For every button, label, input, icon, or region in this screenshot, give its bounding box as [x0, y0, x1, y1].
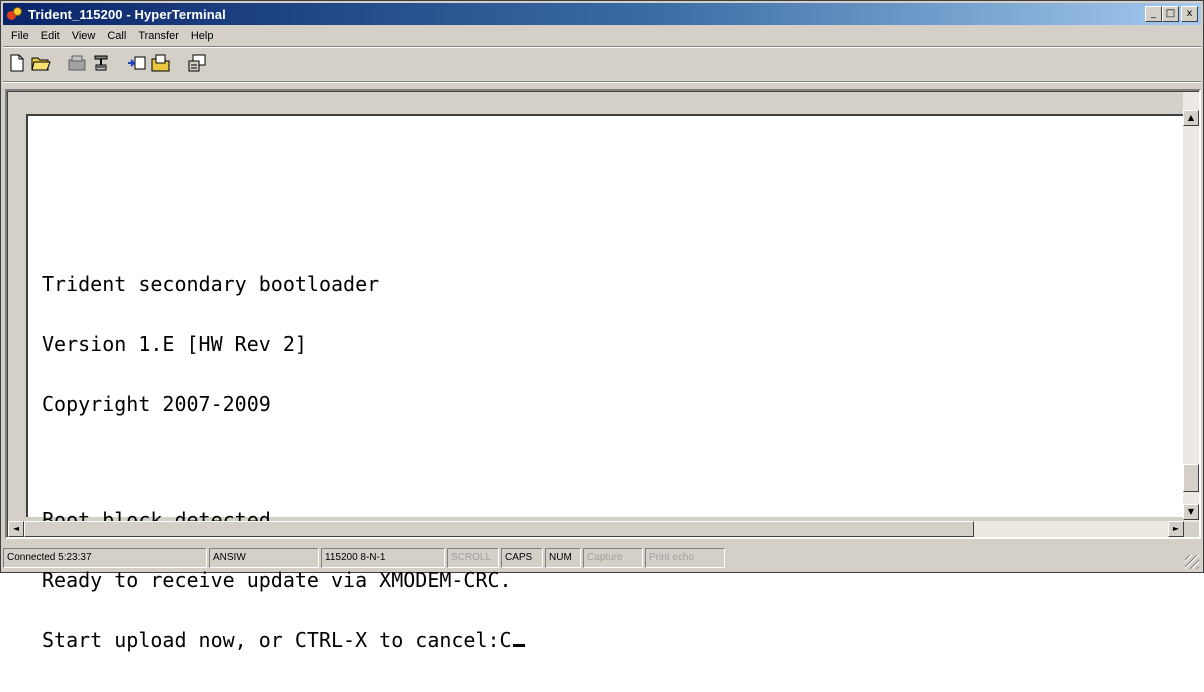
- properties-icon: [188, 54, 206, 72]
- scroll-left-button[interactable]: ◄: [8, 521, 24, 537]
- hyperterminal-app-icon[interactable]: [6, 5, 24, 23]
- vertical-scroll-thumb[interactable]: [1183, 464, 1199, 492]
- send-button[interactable]: [125, 51, 149, 75]
- menu-help[interactable]: Help: [185, 27, 220, 45]
- scroll-right-button[interactable]: ►: [1168, 521, 1184, 537]
- terminal-line: Trident secondary bootloader: [42, 272, 380, 296]
- terminal-screen[interactable]: Trident secondary bootloader Version 1.E…: [26, 114, 1187, 650]
- call-button[interactable]: [65, 51, 89, 75]
- menu-call[interactable]: Call: [101, 27, 132, 45]
- toolbar-divider: [3, 46, 1201, 48]
- terminal-prompt-text: Start upload now, or CTRL-X to cancel:C: [42, 628, 512, 652]
- open-icon: [31, 57, 51, 71]
- status-capture: Capture: [583, 548, 643, 568]
- status-bar: Connected 5:23:37 ANSIW 115200 8-N-1 SCR…: [3, 545, 1201, 571]
- new-connection-button[interactable]: [5, 51, 29, 75]
- terminal-line: Version 1.E [HW Rev 2]: [42, 332, 307, 356]
- toolbar-bottom-divider: [3, 81, 1201, 83]
- receive-icon: [151, 54, 170, 72]
- terminal-inner-frame: Trident secondary bootloader Version 1.E…: [7, 91, 1199, 650]
- title-bar[interactable]: Trident_115200 - HyperTerminal _ □ x: [3, 3, 1201, 25]
- terminal-frame: Trident secondary bootloader Version 1.E…: [5, 89, 1201, 650]
- menu-bar: File Edit View Call Transfer Help: [5, 27, 219, 45]
- status-num: NUM: [545, 548, 581, 568]
- terminal-prompt-line: Start upload now, or CTRL-X to cancel:C: [42, 630, 525, 650]
- status-port-settings: 115200 8-N-1: [321, 548, 445, 568]
- scroll-down-button[interactable]: ▼: [1183, 504, 1199, 520]
- status-emulation: ANSIW: [209, 548, 319, 568]
- vertical-scrollbar[interactable]: ▲ ▼: [1183, 92, 1199, 522]
- new-connection-icon: [10, 54, 24, 72]
- maximize-button[interactable]: □: [1162, 6, 1179, 22]
- menu-edit[interactable]: Edit: [35, 27, 66, 45]
- menu-view[interactable]: View: [66, 27, 102, 45]
- hyperterminal-window: Trident_115200 - HyperTerminal _ □ x Fil…: [0, 0, 1204, 650]
- disconnect-icon: [94, 55, 108, 71]
- terminal-line: Copyright 2007-2009: [42, 392, 271, 416]
- horizontal-scroll-thumb[interactable]: [24, 521, 974, 537]
- terminal-output: Trident secondary bootloader Version 1.E…: [42, 234, 525, 690]
- toolbar: [5, 49, 209, 77]
- scroll-up-button[interactable]: ▲: [1183, 110, 1199, 126]
- phone-icon: [68, 55, 86, 71]
- disconnect-button[interactable]: [89, 51, 113, 75]
- status-scroll: SCROLL: [447, 548, 499, 568]
- status-caps: CAPS: [501, 548, 543, 568]
- open-button[interactable]: [29, 51, 53, 75]
- receive-button[interactable]: [149, 51, 173, 75]
- close-button[interactable]: x: [1181, 6, 1198, 22]
- status-print-echo: Print echo: [645, 548, 725, 568]
- menu-transfer[interactable]: Transfer: [132, 27, 185, 45]
- send-icon: [128, 56, 146, 70]
- minimize-button[interactable]: _: [1145, 6, 1162, 22]
- menu-file[interactable]: File: [5, 27, 35, 45]
- terminal-line: Ready to receive update via XMODEM-CRC.: [42, 568, 512, 592]
- text-cursor: [512, 644, 525, 647]
- horizontal-scrollbar[interactable]: ◄ ►: [8, 521, 1184, 537]
- window-title: Trident_115200 - HyperTerminal: [28, 6, 226, 22]
- resize-grip[interactable]: [1185, 555, 1199, 569]
- status-connected: Connected 5:23:37: [3, 548, 207, 568]
- window-controls: _ □ x: [1145, 6, 1198, 22]
- properties-button[interactable]: [185, 51, 209, 75]
